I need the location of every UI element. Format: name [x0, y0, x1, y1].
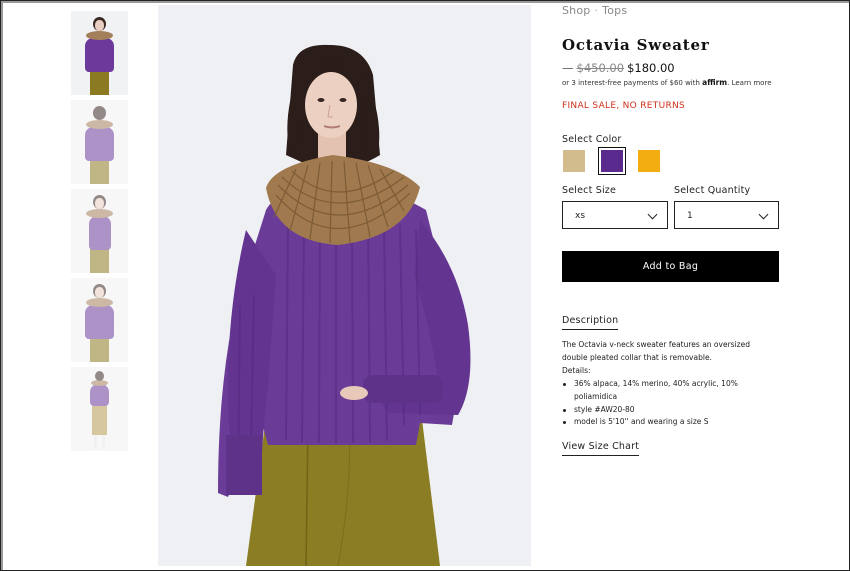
- select-size-label: Select Size: [562, 185, 617, 196]
- sale-price: $180.00: [627, 61, 675, 75]
- quantity-value: 1: [687, 211, 693, 221]
- thumbnail-4[interactable]: [71, 278, 128, 362]
- thumbnail-gallery: [71, 11, 128, 456]
- color-swatch-tan[interactable]: [563, 150, 585, 172]
- chevron-down-icon: [758, 209, 769, 220]
- main-product-image: [158, 5, 531, 566]
- price-dash: —: [562, 61, 574, 75]
- select-color-label: Select Color: [562, 134, 622, 145]
- view-size-chart-link[interactable]: View Size Chart: [562, 441, 640, 456]
- thumbnail-3[interactable]: [71, 189, 128, 273]
- detail-item-composition: 36% alpaca, 14% merino, 40% acrylic, 10%…: [562, 378, 772, 404]
- breadcrumb-separator: ·: [594, 4, 599, 17]
- breadcrumb: Shop · Tops: [562, 4, 627, 17]
- breadcrumb-tops[interactable]: Tops: [602, 4, 627, 17]
- affirm-logo: affirm: [702, 78, 728, 87]
- thumbnail-2[interactable]: [71, 100, 128, 184]
- quantity-dropdown[interactable]: 1: [674, 201, 779, 229]
- product-title: Octavia Sweater: [562, 36, 710, 54]
- installments-info: or 3 interest-free payments of $60 with …: [562, 78, 772, 87]
- installments-text: or 3 interest-free payments of $60 with: [562, 79, 700, 87]
- size-value: xs: [575, 211, 586, 221]
- description-body: The Octavia v-neck sweater features an o…: [562, 340, 750, 362]
- color-swatch-yellow[interactable]: [638, 150, 660, 172]
- color-swatch-purple[interactable]: [598, 147, 626, 175]
- chevron-down-icon: [647, 209, 658, 220]
- breadcrumb-shop[interactable]: Shop: [562, 4, 590, 17]
- select-quantity-label: Select Quantity: [674, 185, 751, 196]
- description-text: The Octavia v-neck sweater features an o…: [562, 339, 772, 377]
- model-photo: [218, 44, 471, 566]
- add-to-bag-button[interactable]: Add to Bag: [562, 251, 779, 282]
- price-row: — $450.00 $180.00: [562, 61, 675, 75]
- final-sale-notice: FINAL SALE, NO RETURNS: [562, 101, 686, 111]
- learn-more-link[interactable]: Learn more: [732, 79, 772, 87]
- details-list: 36% alpaca, 14% merino, 40% acrylic, 10%…: [562, 378, 772, 429]
- original-price: $450.00: [576, 61, 625, 75]
- size-dropdown[interactable]: xs: [562, 201, 668, 229]
- thumbnail-1[interactable]: [71, 11, 128, 95]
- detail-item-model: model is 5'10'' and wearing a size S: [562, 416, 772, 429]
- detail-item-style: style #AW20-80: [562, 404, 772, 417]
- description-tab[interactable]: Description: [562, 315, 619, 330]
- thumbnail-5[interactable]: [71, 367, 128, 451]
- details-label: Details:: [562, 365, 591, 375]
